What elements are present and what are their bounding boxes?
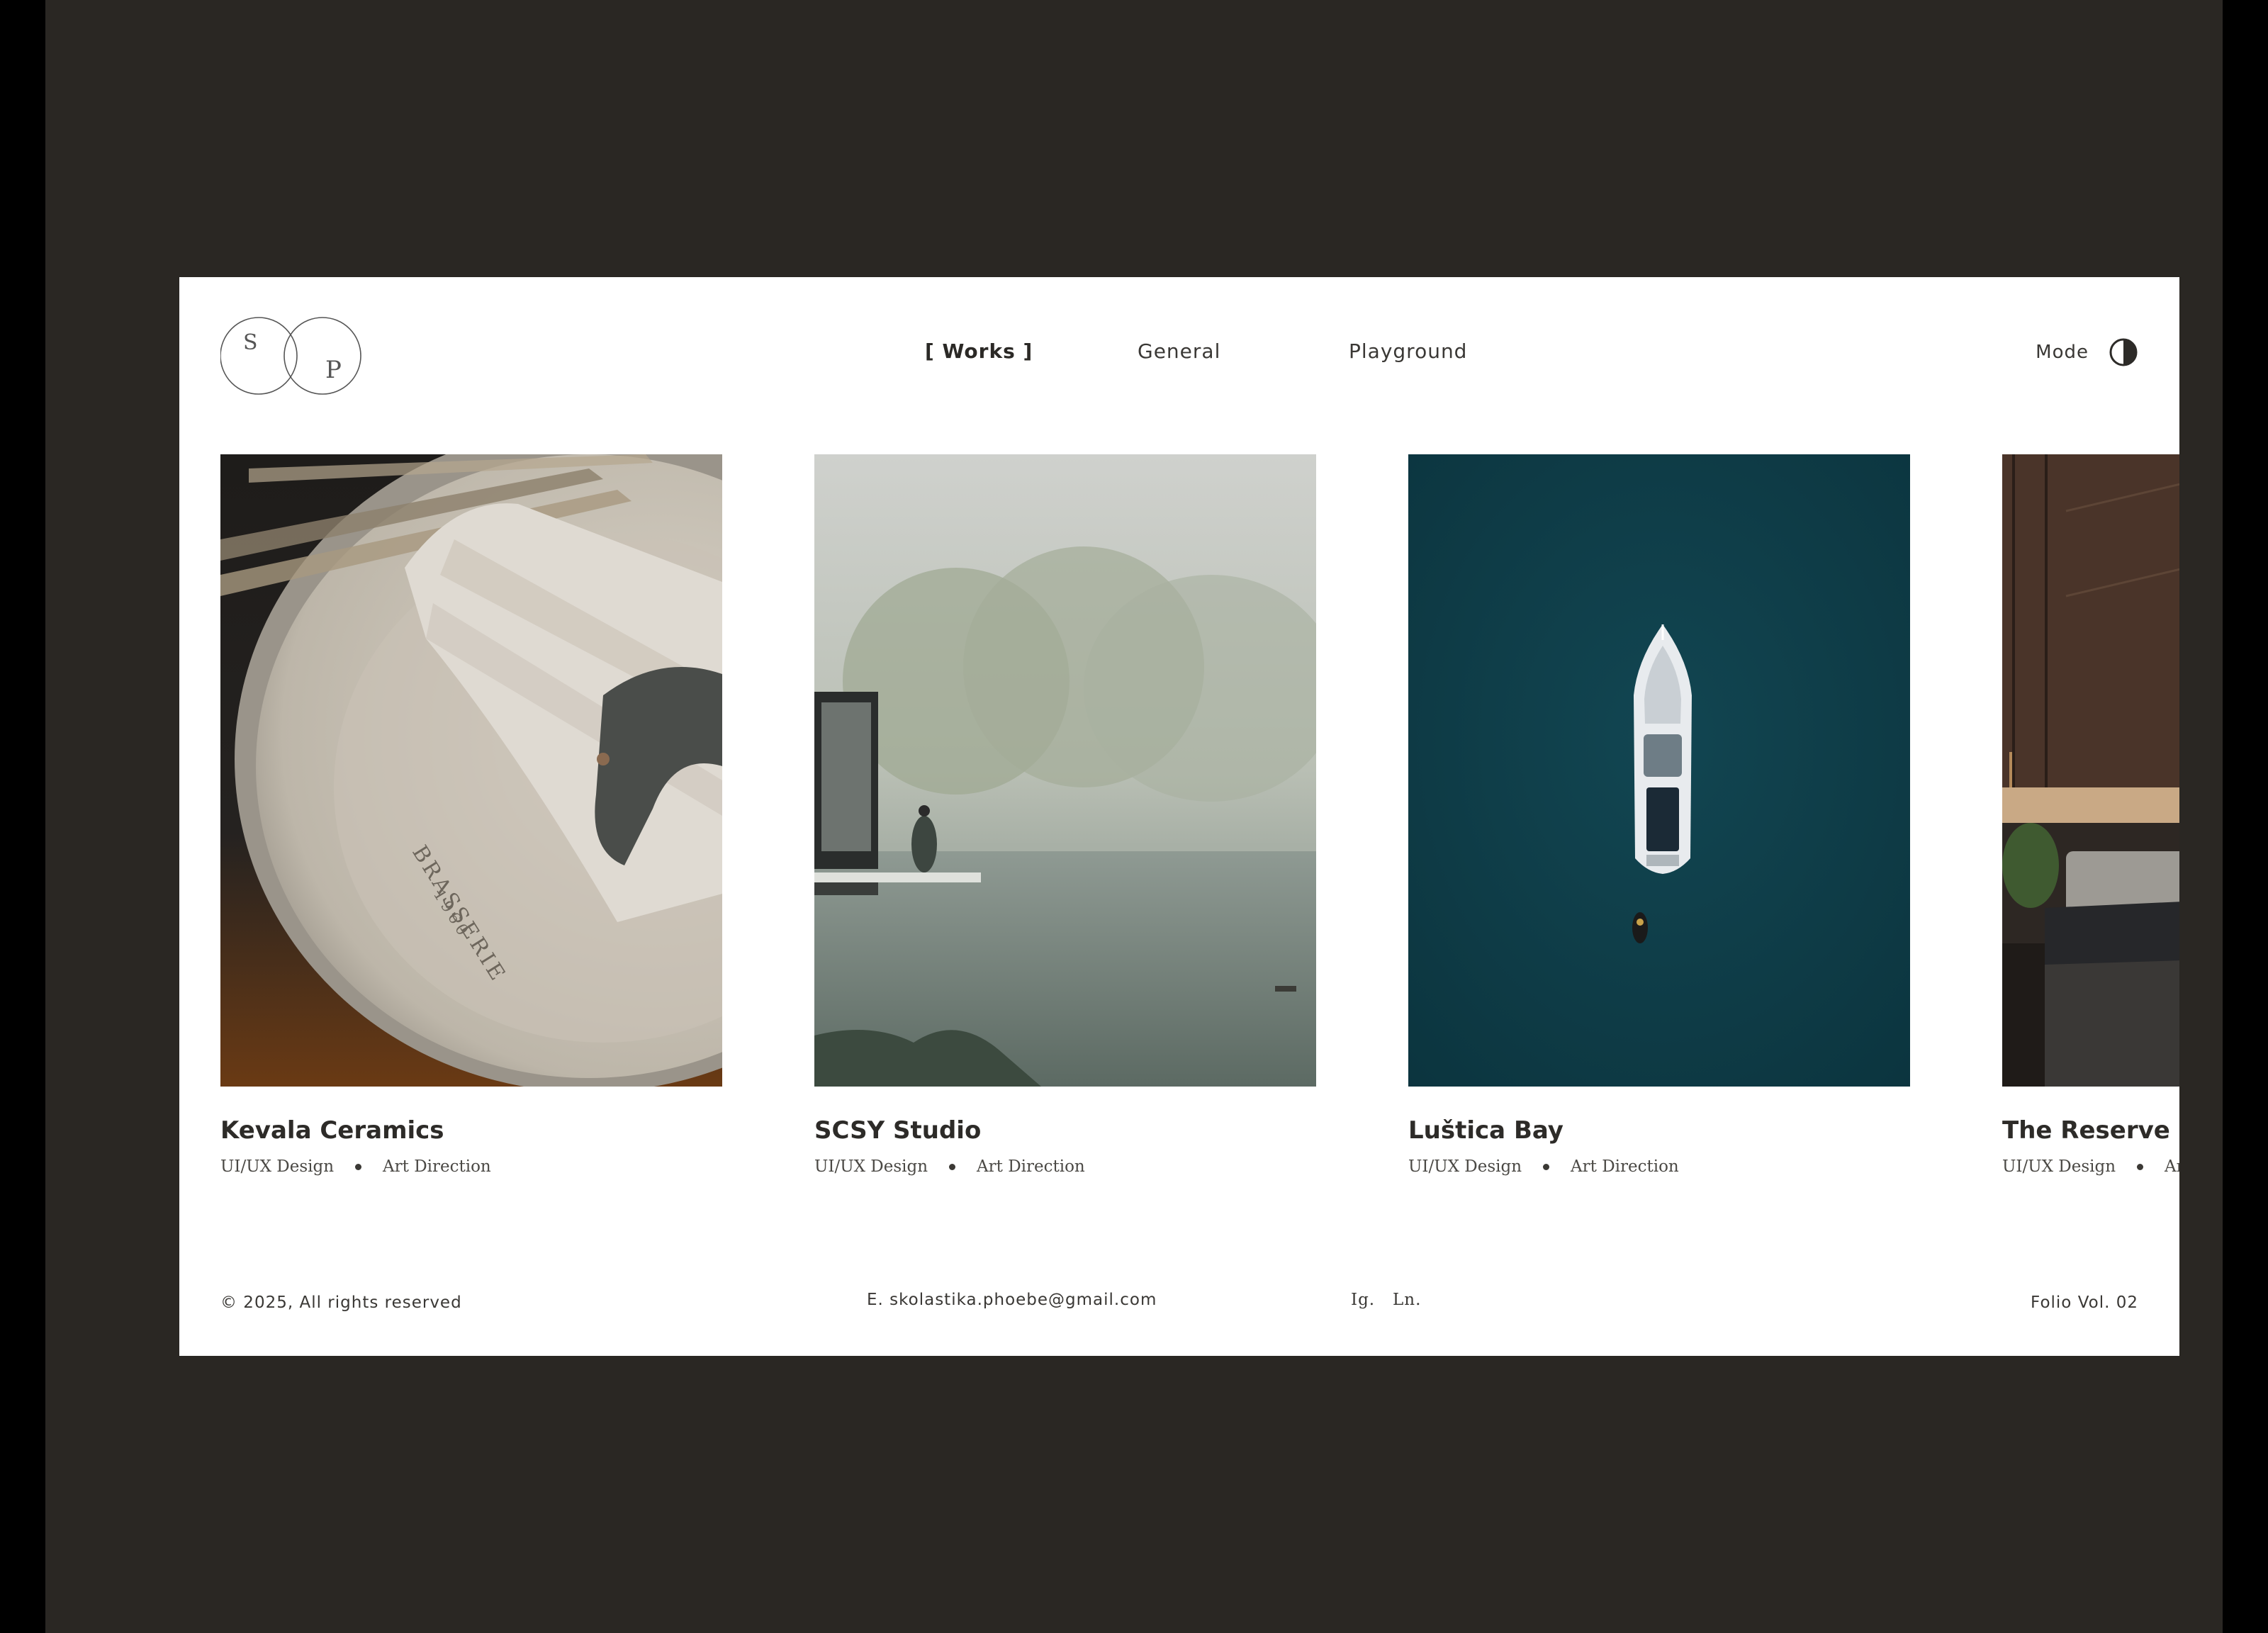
tag: Art Direction: [1571, 1157, 1679, 1176]
edition-label: Folio Vol. 02: [2031, 1294, 2138, 1312]
yacht-image: [1408, 454, 1910, 1087]
project-thumbnail[interactable]: [1408, 454, 1910, 1087]
tag: UI/UX Design: [814, 1157, 928, 1176]
ceramic-plate-image: BRASSERIE 1960: [220, 454, 722, 1087]
project-thumbnail[interactable]: [2002, 454, 2179, 1087]
project-thumbnail[interactable]: [814, 454, 1316, 1087]
misty-lake-image: [814, 454, 1316, 1087]
tag: Art Direction: [977, 1157, 1085, 1176]
mode-toggle[interactable]: Mode: [2036, 337, 2138, 368]
instagram-link[interactable]: Ig.: [1351, 1291, 1375, 1309]
project-title[interactable]: SCSY Studio: [814, 1116, 1316, 1145]
contrast-icon[interactable]: [2109, 337, 2138, 367]
project-thumbnail[interactable]: BRASSERIE 1960: [220, 454, 722, 1087]
hotel-room-image: [2002, 454, 2179, 1087]
linkedin-link[interactable]: Ln.: [1393, 1291, 1421, 1309]
backdrop: S P [ Works ] General Playground Mode BR…: [45, 0, 2223, 1633]
project-card[interactable]: Luštica Bay UI/UX Design Art Direction: [1408, 454, 1910, 1176]
project-tags: UI/UX Design Art Direction: [220, 1157, 722, 1176]
footer: © 2025, All rights reserved E. skolastik…: [179, 1289, 2179, 1318]
project-tags: UI/UX Design Art D: [2002, 1157, 2179, 1176]
nav-general[interactable]: General: [1138, 339, 1220, 363]
separator-dot: [1543, 1163, 1550, 1170]
nav-playground[interactable]: Playground: [1349, 339, 1467, 363]
tag: UI/UX Design: [1408, 1157, 1522, 1176]
email-link[interactable]: E. skolastika.phoebe@gmail.com: [867, 1291, 1157, 1309]
tag: Art Direction: [383, 1157, 491, 1176]
project-card[interactable]: BRASSERIE 1960 Kevala Ceramics UI/UX Des…: [220, 454, 722, 1176]
tag: UI/UX Design: [220, 1157, 335, 1176]
separator-dot: [949, 1163, 956, 1170]
project-title[interactable]: Kevala Ceramics: [220, 1116, 722, 1145]
portfolio-page: S P [ Works ] General Playground Mode BR…: [179, 277, 2179, 1356]
mode-label: Mode: [2036, 342, 2089, 363]
project-card[interactable]: The Reserve Res UI/UX Design Art D: [2002, 454, 2179, 1176]
tag: UI/UX Design: [2002, 1157, 2116, 1176]
tag: Art D: [2165, 1157, 2179, 1176]
copyright-text: © 2025, All rights reserved: [220, 1294, 462, 1312]
project-title[interactable]: The Reserve Res: [2002, 1116, 2179, 1145]
project-tags: UI/UX Design Art Direction: [814, 1157, 1316, 1176]
separator-dot: [2137, 1163, 2144, 1170]
project-card[interactable]: SCSY Studio UI/UX Design Art Direction: [814, 454, 1316, 1176]
main-nav: [ Works ] General Playground: [179, 339, 2179, 368]
separator-dot: [355, 1163, 362, 1170]
project-title[interactable]: Luštica Bay: [1408, 1116, 1910, 1145]
project-tags: UI/UX Design Art Direction: [1408, 1157, 1910, 1176]
nav-works[interactable]: [ Works ]: [925, 339, 1033, 363]
